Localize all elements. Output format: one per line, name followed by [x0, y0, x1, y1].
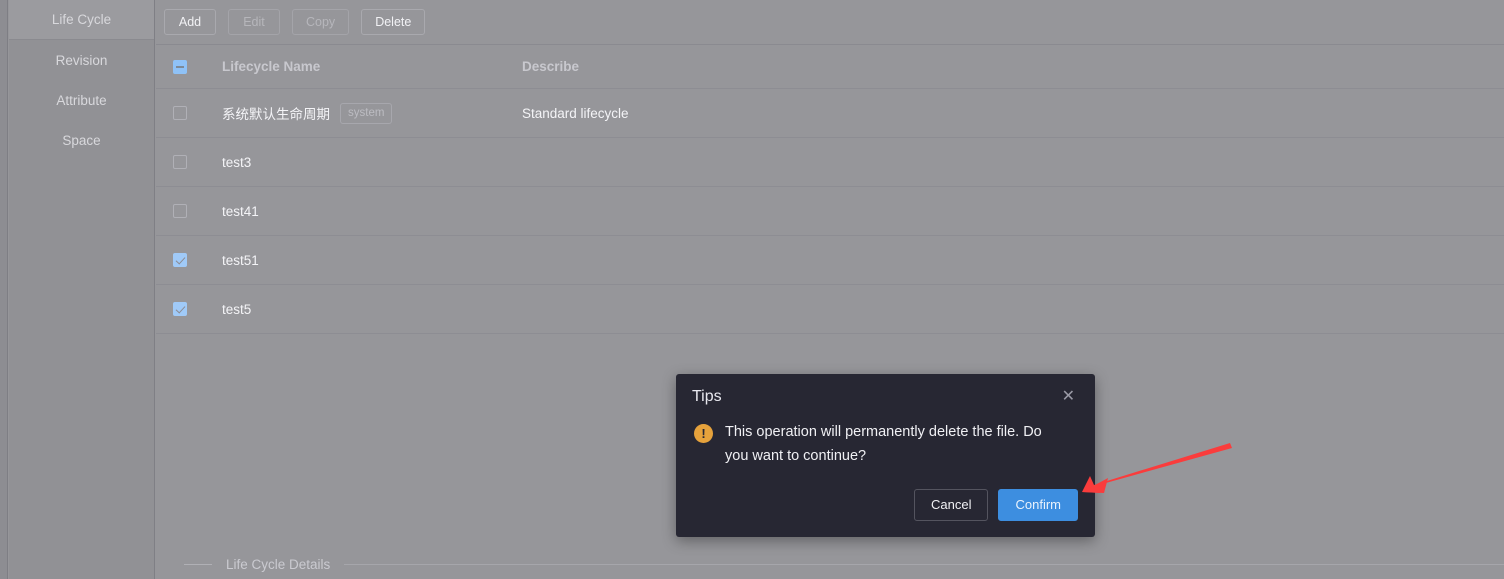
cell-lifecycle-name: test41: [222, 204, 522, 219]
sidebar-item-attribute[interactable]: Attribute: [9, 80, 154, 120]
row-checkbox-cell: [156, 155, 222, 169]
row-checkbox-cell: [156, 204, 222, 218]
divider-right: [344, 564, 1504, 565]
table-row[interactable]: 系统默认生命周期 system Standard lifecycle: [156, 89, 1504, 138]
lifecycle-table: Lifecycle Name Describe 系统默认生命周期 system …: [156, 45, 1504, 334]
cell-describe: Standard lifecycle: [522, 105, 629, 121]
table-row[interactable]: test41: [156, 187, 1504, 236]
lifecycle-name-text: test51: [222, 252, 259, 268]
divider-left: [184, 564, 212, 565]
add-button[interactable]: Add: [164, 9, 216, 35]
dialog-message: This operation will permanently delete t…: [725, 424, 1042, 464]
dialog-header: Tips ✕: [676, 374, 1095, 420]
row-checkbox-cell: [156, 106, 222, 120]
cell-lifecycle-name: test51: [222, 253, 522, 268]
copy-button[interactable]: Copy: [292, 9, 350, 35]
confirm-button[interactable]: Confirm: [998, 489, 1078, 521]
sidebar-item-revision[interactable]: Revision: [9, 40, 154, 80]
row-checkbox[interactable]: [173, 302, 187, 316]
sidebar-item-label: Life Cycle: [51, 12, 112, 27]
lifecycle-name-text: test41: [222, 203, 259, 219]
close-icon[interactable]: ✕: [1058, 385, 1079, 409]
row-checkbox-cell: [156, 253, 222, 267]
left-rail: [0, 0, 8, 579]
cell-lifecycle-name: 系统默认生命周期 system: [222, 102, 522, 124]
dialog-footer: Cancel Confirm: [914, 489, 1078, 521]
life-cycle-details-label: Life Cycle Details: [226, 557, 331, 572]
warning-icon: !: [694, 424, 713, 443]
column-header-lifecycle-name: Lifecycle Name: [222, 59, 321, 74]
row-checkbox-cell: [156, 302, 222, 316]
row-checkbox[interactable]: [173, 204, 187, 218]
edit-button[interactable]: Edit: [228, 9, 280, 35]
cancel-button[interactable]: Cancel: [914, 489, 989, 521]
dialog-body: ! This operation will permanently delete…: [676, 420, 1095, 468]
sidebar-item-label: Attribute: [56, 92, 107, 108]
table-row[interactable]: test5: [156, 285, 1504, 334]
row-checkbox[interactable]: [173, 155, 187, 169]
row-checkbox[interactable]: [173, 253, 187, 267]
life-cycle-details-section: Life Cycle Details: [156, 545, 1504, 579]
sidebar-item-space[interactable]: Space: [9, 120, 154, 160]
table-row[interactable]: test3: [156, 138, 1504, 187]
cell-lifecycle-name: test5: [222, 302, 522, 317]
table-row[interactable]: test51: [156, 236, 1504, 285]
cell-lifecycle-name: test3: [222, 155, 522, 170]
sidebar-item-label: Revision: [55, 52, 108, 68]
select-all-checkbox[interactable]: [173, 59, 187, 74]
select-all-cell: [156, 59, 222, 74]
lifecycle-name-text: test5: [222, 301, 252, 317]
column-header-describe: Describe: [522, 59, 580, 74]
action-toolbar: Add Edit Copy Delete: [156, 0, 1504, 45]
system-tag: system: [340, 102, 393, 124]
sidebar-item-life-cycle[interactable]: Life Cycle: [9, 0, 154, 40]
dialog-title: Tips: [692, 388, 722, 405]
lifecycle-name-text: test3: [222, 154, 252, 170]
sidebar: Life Cycle Revision Attribute Space: [9, 0, 155, 579]
delete-button[interactable]: Delete: [361, 9, 426, 35]
sidebar-item-label: Space: [62, 132, 101, 148]
row-checkbox[interactable]: [173, 106, 187, 120]
tips-dialog: Tips ✕ ! This operation will permanently…: [676, 374, 1095, 537]
table-header-row: Lifecycle Name Describe: [156, 45, 1504, 89]
lifecycle-name-text: 系统默认生命周期: [222, 107, 330, 122]
